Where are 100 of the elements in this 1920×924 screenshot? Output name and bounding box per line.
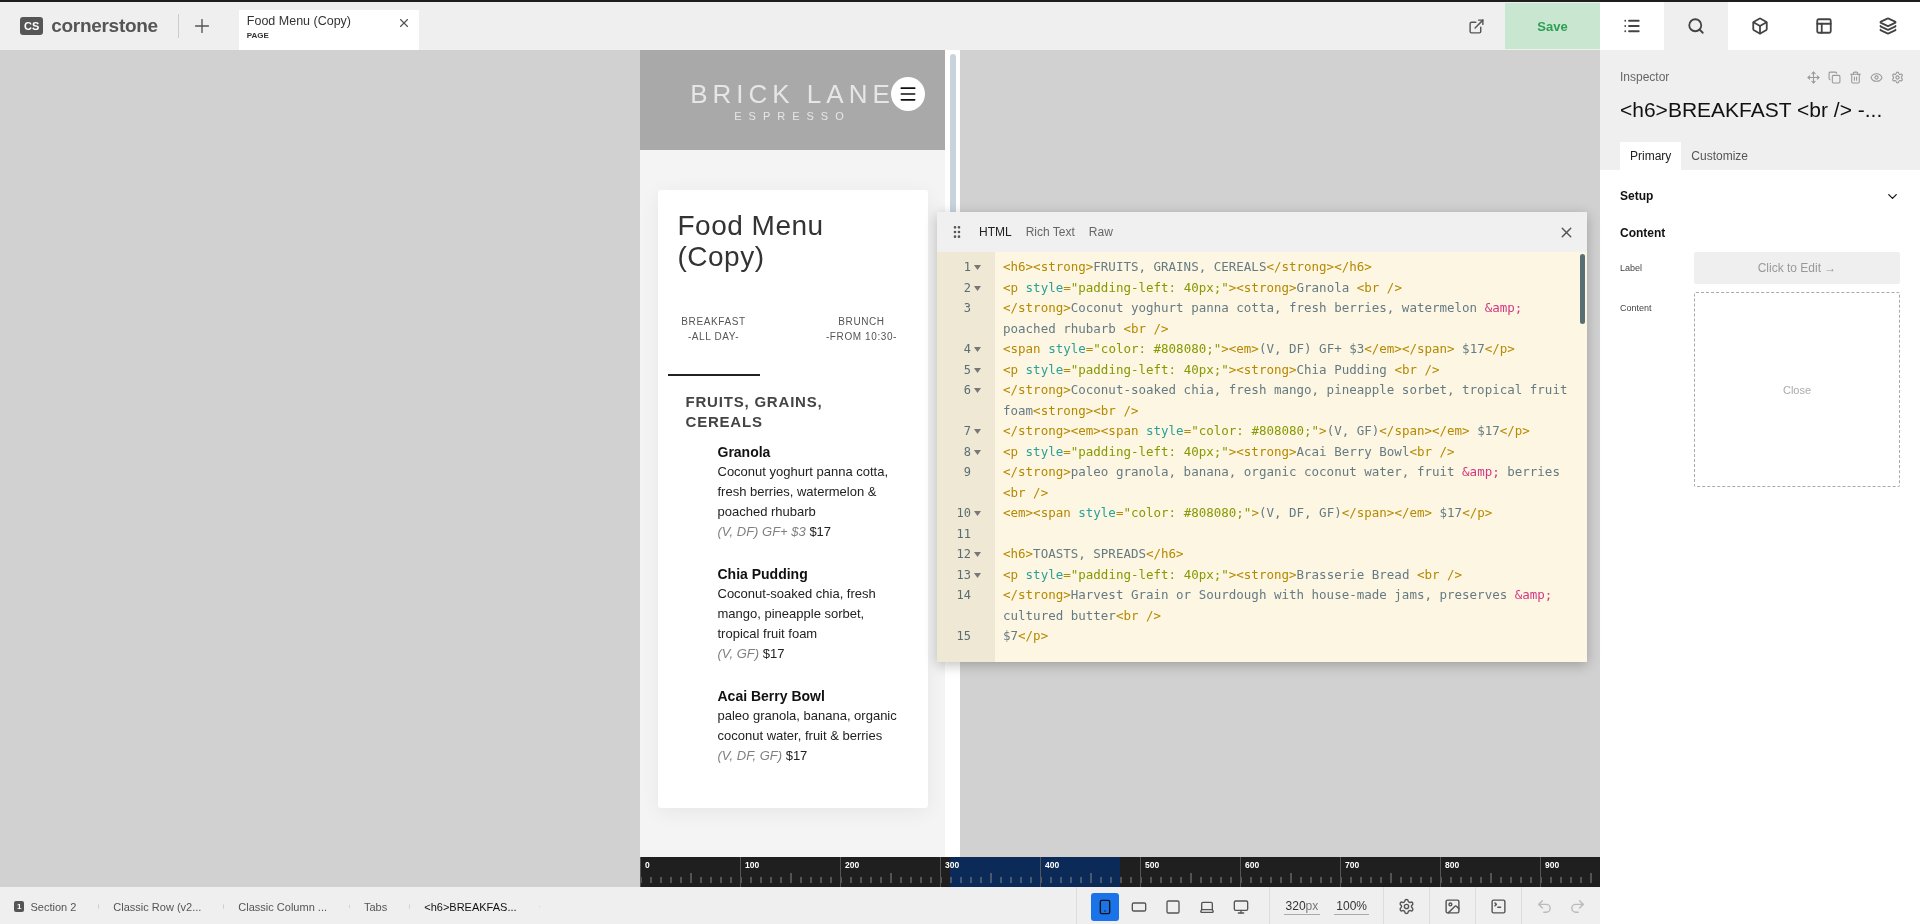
page-title: Food Menu (Copy) [677,210,825,272]
breadcrumb[interactable]: 1 Section 2 [0,887,100,924]
breadcrumb[interactable]: Tabs [350,887,411,924]
line-number: 13 [956,566,971,584]
item-name: Granola [717,443,772,462]
code-line: <h6><strong>FRUITS, GRAINS, CEREALS</strong></h6> [1003,258,1372,276]
ruler-label: 400 [1044,859,1061,872]
code-line: <br /> [1003,483,1050,502]
code-line: cultured butter<br /> [1003,606,1163,625]
section-heading: FRUITS, GRAINS, CEREALS [685,392,824,432]
line-number: 6 [963,382,971,399]
settings-icon[interactable] [1398,898,1415,915]
item-name: Chia Pudding [717,565,809,584]
line-number: 3 [963,300,971,317]
tablet-icon [1164,898,1181,915]
eye-icon[interactable] [1870,70,1883,84]
fold-caret-icon[interactable] [974,265,981,270]
item-name: Acai Berry Bowl [717,687,826,706]
fold-caret-icon[interactable] [974,388,981,393]
page-tab-type: PAGE [246,31,270,40]
menu-button[interactable] [891,77,925,111]
code-line: </strong>Coconut-soaked chia, fresh mango, pineapple sorbet, tropical fruit [1003,381,1568,399]
width-field[interactable]: 320px [1283,898,1321,915]
inspector-tab[interactable]: Customize [1681,142,1759,170]
zoom-field[interactable]: 100% [1334,898,1369,915]
breadcrumb[interactable]: Classic Column ... [224,887,350,924]
element-title: <h6>BREAKFAST <br /> -... [1620,98,1884,122]
code-line: <span style="color: #808080;"><em>(V, DF) GF+ $3</em></span> $17</p> [1003,340,1515,358]
fold-caret-icon[interactable] [974,572,981,578]
line-number: 14 [956,587,971,604]
code-line: </strong>Harvest Grain or Sourdough with house-made jams, preserves &amp; [1003,586,1553,604]
line-number: 4 [963,341,971,358]
code-line: <em><span style="color: #808080;">(V, DF, GF)</span></em> $17</p> [1003,504,1493,522]
line-number: 12 [956,546,971,563]
copy-icon[interactable] [1828,70,1841,84]
fold-caret-icon[interactable] [974,367,981,373]
code-line: <p style="padding-left: 40px;"><strong>Granola <br /> [1003,278,1402,297]
ruler-label: 700 [1344,859,1361,872]
inspector-tab[interactable] [1664,2,1728,50]
layers-icon [1879,17,1897,35]
line-number: 15 [956,628,971,645]
inspector-tab[interactable]: Primary [1620,142,1682,170]
item-description: paleo granola, banana, organic coconut water, fruit & berries [717,707,898,745]
fold-caret-icon[interactable] [974,449,981,455]
code-line: </strong><em><span style="color: #808080;">(V, GF)</span></em> $17</p> [1003,422,1530,440]
panel-label: Inspector [1620,70,1670,84]
fold-caret-icon[interactable] [974,429,981,434]
image-icon[interactable] [1444,898,1461,915]
fold-caret-icon[interactable] [974,285,981,291]
ruler-label: 100 [744,859,761,872]
line-number: 1 [963,259,971,276]
ruler-label: 800 [1444,859,1461,872]
editor-tab[interactable]: Raw [1088,225,1113,239]
editor-tab[interactable]: HTML [979,225,1012,239]
page-tab-title: Food Menu (Copy) [246,14,351,28]
code-line: <p style="padding-left: 40px;"><strong>Chia Pudding <br /> [1003,360,1440,379]
scrollbar[interactable] [1580,254,1585,324]
code-line: </strong>Coconut yoghurt panna cotta, fresh berries, watermelon &amp; [1003,299,1523,317]
ruler-label: 300 [944,859,961,872]
field-label: Label [1620,262,1644,275]
setup-section-toggle[interactable]: Setup [1620,184,1900,208]
trash-icon[interactable] [1849,70,1862,84]
item-note-price: (V, DF, GF) $17 [717,747,809,765]
cornerstone-logo: CS cornerstone [0,14,179,38]
ruler-label: 500 [1144,859,1161,872]
phone-view-button[interactable] [1090,892,1119,921]
fold-caret-icon[interactable] [974,552,981,557]
breadcrumb[interactable]: Classic Row (v2... [99,887,225,924]
code-line: <p style="padding-left: 40px;"><strong>Brasserie Bread <br /> [1003,565,1463,584]
code-line: $7</p> [1003,627,1049,645]
editor-tab[interactable]: Rich Text [1025,225,1075,239]
ruler-label: 0 [644,859,651,872]
line-number: 2 [963,279,971,297]
code-line: <p style="padding-left: 40px;"><strong>Acai Berry Bowl<br /> [1003,442,1455,461]
fold-caret-icon[interactable] [974,511,981,516]
ruler-label: 200 [844,859,861,872]
external-link-icon[interactable] [1468,17,1485,35]
terminal-icon[interactable] [1490,898,1507,915]
page-tab[interactable]: Food Menu (Copy) PAGE [238,10,419,50]
code-line: foam<strong><br /> [1003,401,1140,420]
field-label: Content [1620,302,1653,315]
menu-icon [898,84,918,104]
line-number: 9 [963,464,971,481]
desktop-icon [1232,898,1249,915]
breadcrumb[interactable]: <h6>BREAKFAS... [410,887,540,924]
item-note-price: (V, GF) $17 [717,645,786,663]
code-line: </strong>paleo granola, banana, organic coconut water, fruit &amp; berries [1003,463,1560,481]
line-number: 11 [956,525,971,543]
code-line: <h6>TOASTS, SPREADS</h6> [1003,545,1184,563]
ruler-label: 600 [1244,859,1261,872]
line-number: 7 [963,423,971,440]
ruler-label: 900 [1544,859,1561,872]
line-number: 10 [956,505,971,522]
fold-caret-icon[interactable] [974,347,981,352]
move-icon[interactable] [1807,70,1820,84]
setup-label: Setup [1620,189,1654,203]
item-description: Coconut-soaked chia, fresh mango, pineapple sorbet, tropical fruit foam [717,585,877,643]
section-heading: Content [1620,226,1667,240]
site-logo: BRICK LANE ESPRESSO [690,78,895,122]
menu-tab[interactable]: BRUNCH -FROM 10:30- [815,314,908,376]
